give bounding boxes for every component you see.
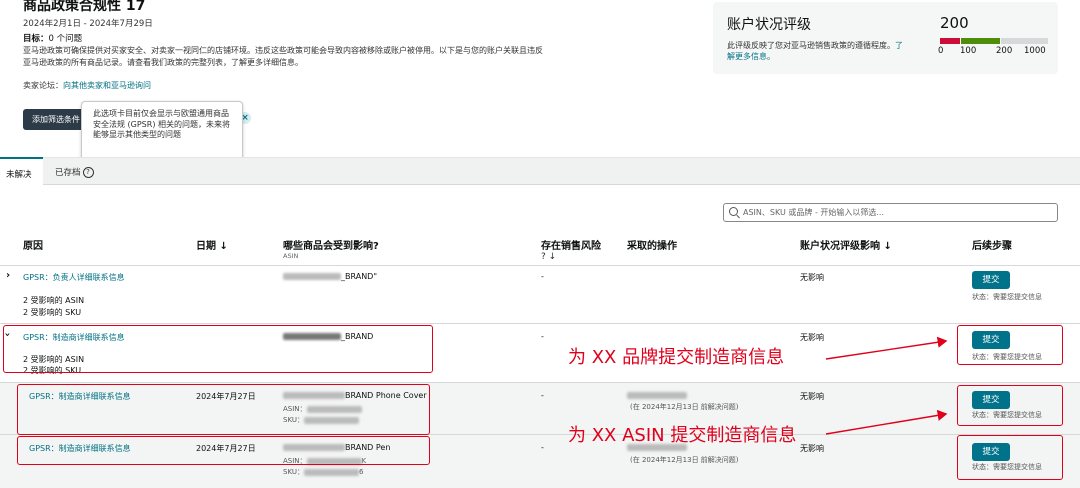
- row4-sku-label: SKU：: [283, 468, 304, 476]
- row3-action-taken: (在 2024年12月13日 前解决问题): [630, 403, 739, 411]
- highlight-box-asin-row-1: [17, 384, 430, 435]
- row1-product-text: _BRAND": [341, 272, 378, 281]
- page-title: 商品政策合规性 17: [23, 0, 146, 14]
- help-icon[interactable]: ?: [82, 167, 94, 178]
- search-icon: [729, 207, 738, 216]
- row4-impact: 无影响: [800, 444, 824, 453]
- seller-forum: 卖家论坛：向其他卖家和亚马逊询问: [23, 80, 151, 91]
- arrow-to-submit-1: [825, 336, 948, 360]
- row3-risk: -: [541, 391, 544, 400]
- row1-product: _BRAND": [283, 272, 377, 281]
- annotation-brand: 为 XX 品牌提交制造商信息: [568, 347, 785, 368]
- arrow-to-submit-2: [825, 409, 948, 435]
- col-health-impact[interactable]: 账户状况评级影响 ↓: [800, 237, 892, 252]
- col-risk-sub[interactable]: ? ↓: [541, 252, 556, 262]
- col-next-steps: 后续步骤: [972, 241, 1012, 252]
- tab-archived-label: 已存档: [55, 168, 81, 178]
- row3-action-blur: [627, 391, 687, 401]
- row4-sku-tail: 6: [358, 468, 364, 476]
- health-gauge: [940, 38, 1048, 44]
- account-health-description: 此评级反映了您对亚马逊销售政策的遵循程度。了解更多信息。: [727, 40, 907, 62]
- annotation-asin: 为 XX ASIN 提交制造商信息: [568, 425, 797, 446]
- divider: [0, 323, 1080, 324]
- col-reason: 原因: [23, 241, 43, 252]
- target-label: 目标：: [23, 34, 49, 44]
- gauge-label-1000: 1000: [1024, 46, 1046, 56]
- row1-risk: -: [541, 272, 544, 281]
- row2-risk: -: [541, 332, 544, 341]
- expand-chevron-icon[interactable]: ›: [6, 270, 10, 281]
- col-action-taken: 采取的操作: [627, 241, 677, 252]
- forum-link[interactable]: 向其他卖家和亚马逊询问: [63, 81, 151, 90]
- row1-status: 状态：需要您提交信息: [972, 293, 1042, 301]
- gpsr-tooltip: 此选项卡目前仅会显示与欧盟通用商品安全法规 (GPSR) 相关的问题，未来将能够…: [81, 101, 243, 162]
- account-health-score: 200: [940, 14, 969, 32]
- tab-archived[interactable]: 已存档?: [55, 166, 94, 178]
- policy-description: 亚马逊政策可确保提供对买家安全、对卖家一视同仁的店铺环境。违反这些政策可能会导致…: [23, 46, 543, 67]
- search-input[interactable]: ASIN、SKU 或品牌 - 开始输入以筛选...: [723, 203, 1058, 222]
- highlight-box-submit-1: [957, 325, 1063, 365]
- row4-risk: -: [541, 443, 544, 452]
- highlight-box-brand-row: [3, 325, 433, 373]
- target-value: 0 个问题: [48, 34, 83, 44]
- highlight-box-submit-3: [957, 435, 1063, 480]
- row1-asin-count: 2 受影响的 ASIN: [23, 296, 85, 305]
- forum-label: 卖家论坛：: [23, 81, 63, 90]
- date-range: 2024年2月1日 - 2024年7月29日: [23, 19, 153, 29]
- health-desc-text: 此评级反映了您对亚马逊销售政策的遵循程度。: [727, 41, 895, 50]
- col-affected-sub: ASIN: [283, 252, 299, 260]
- row1-impact: 无影响: [800, 273, 824, 282]
- divider: [0, 265, 1080, 266]
- gauge-green: [961, 38, 1000, 44]
- target: 目标：0 个问题: [23, 32, 82, 44]
- gauge-gray: [1001, 38, 1048, 44]
- gauge-label-100: 100: [960, 46, 977, 56]
- col-risk: 存在销售风险: [541, 241, 601, 252]
- tabs-bar: [0, 157, 1080, 185]
- tab-unresolved[interactable]: 未解决: [0, 157, 43, 186]
- col-date[interactable]: 日期 ↓: [196, 237, 228, 252]
- annotation-arrows: [825, 336, 948, 435]
- account-health-title: 账户状况评级: [727, 17, 811, 33]
- row4-action-taken: (在 2024年12月13日 前解决问题): [630, 456, 739, 464]
- highlight-box-asin-row-2: [17, 436, 430, 465]
- gauge-label-200: 200: [996, 46, 1013, 56]
- row4-sku: SKU： 6: [283, 467, 363, 477]
- row1-reason[interactable]: GPSR：负责人详细联系信息: [23, 272, 125, 283]
- gauge-red: [940, 38, 960, 44]
- gauge-label-0: 0: [938, 46, 944, 56]
- highlight-box-submit-2: [957, 385, 1063, 426]
- row1-sku-count: 2 受影响的 SKU: [23, 308, 82, 317]
- row1-submit-button[interactable]: 提交: [972, 271, 1010, 289]
- col-affected: 哪些商品会受到影响?: [283, 241, 379, 252]
